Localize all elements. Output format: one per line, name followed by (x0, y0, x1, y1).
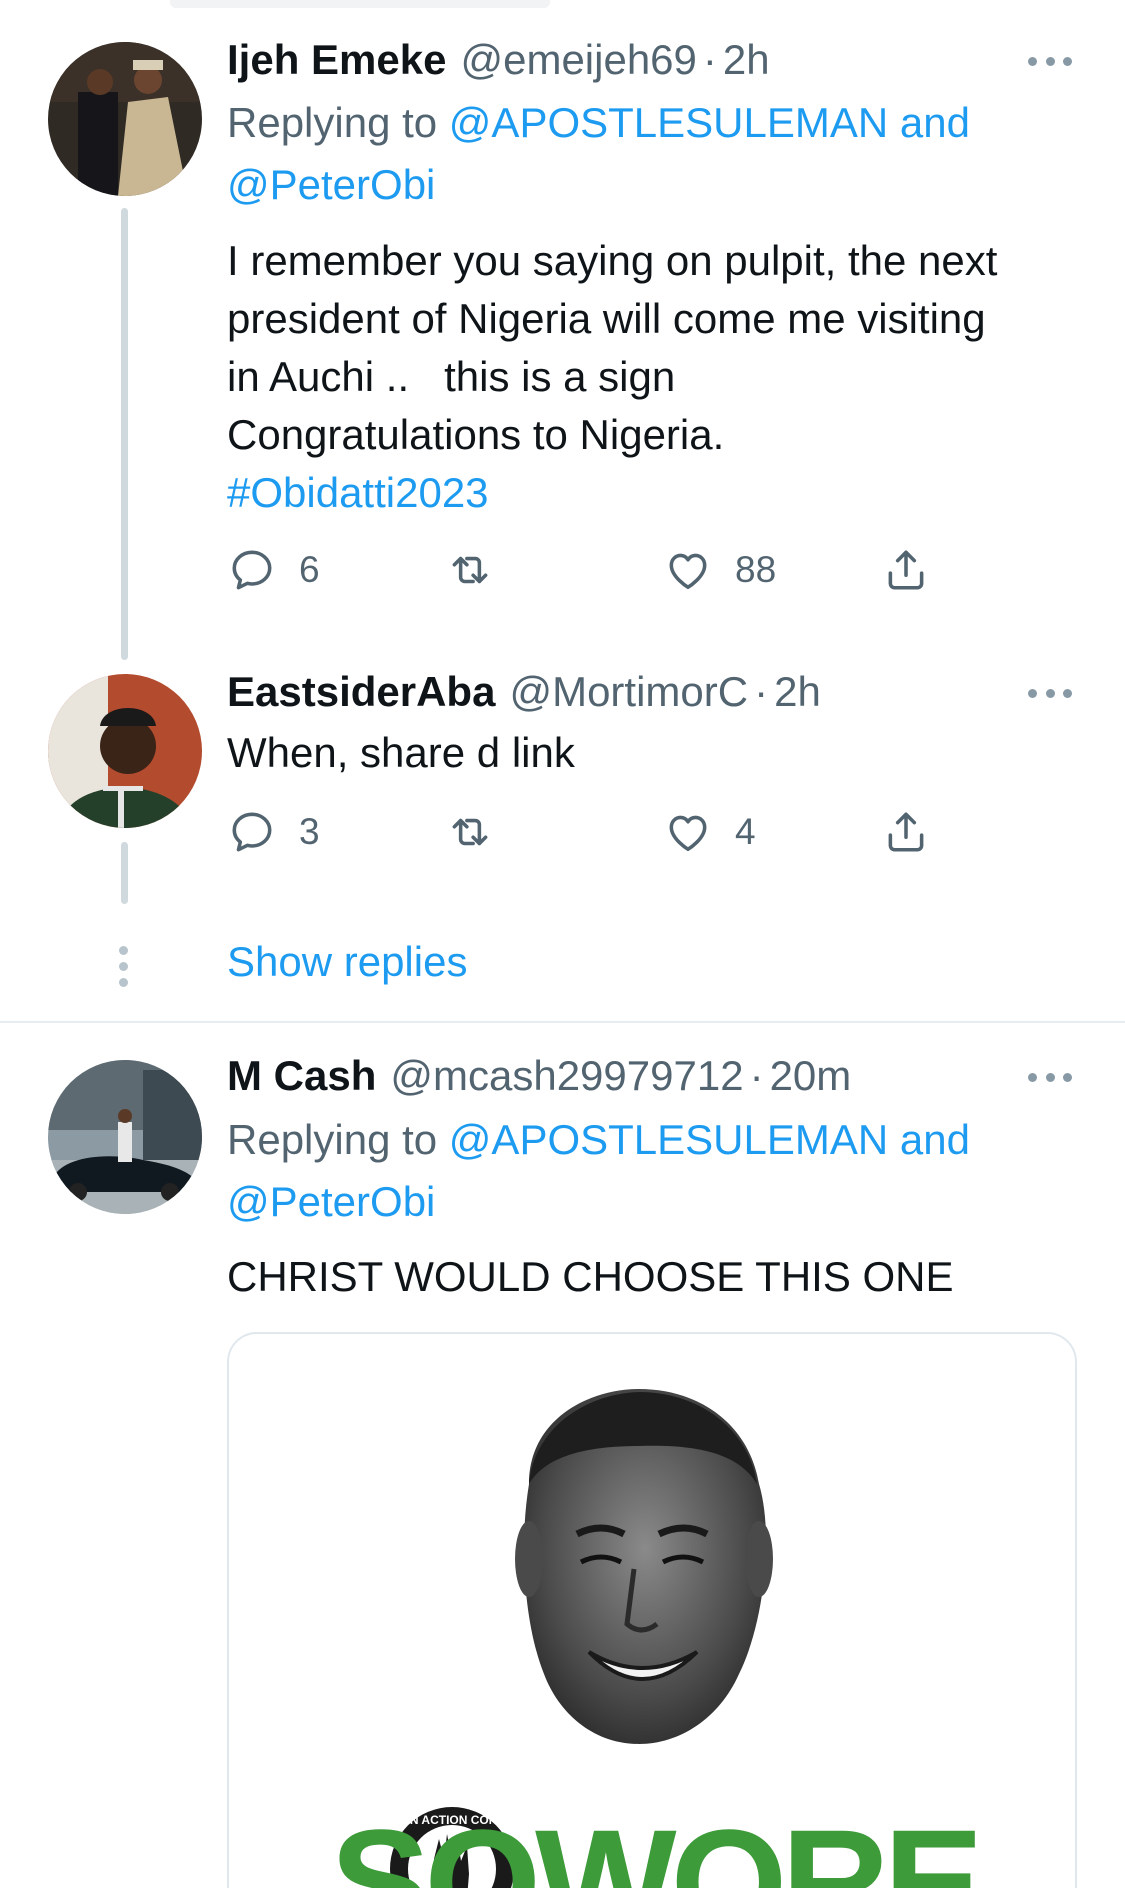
action-bar: 3 4 (227, 804, 947, 860)
retweet-button[interactable] (445, 542, 495, 598)
timestamp[interactable]: 2h (774, 668, 821, 716)
replying-prefix: Replying to (227, 99, 438, 146)
thread-dots (119, 946, 129, 994)
avatar-photo (48, 674, 202, 828)
text-line: Congratulations to Nigeria. (227, 411, 725, 458)
reply-icon (232, 812, 272, 852)
more-icon[interactable] (1028, 685, 1072, 701)
like-count: 88 (735, 549, 777, 590)
reply-icon (232, 550, 272, 590)
tweet-text: When, share d link (227, 729, 575, 776)
retweet-button[interactable] (445, 804, 495, 860)
replying-prefix: Replying to (227, 1116, 438, 1163)
display-name[interactable]: EastsiderAba (227, 668, 495, 716)
mention-link[interactable]: @APOSTLESULEMAN (449, 1116, 888, 1163)
like-count: 4 (735, 811, 756, 852)
separator-dot: · (749, 1052, 764, 1099)
reply-button[interactable]: 3 (227, 804, 320, 860)
reply-button[interactable]: 6 (227, 542, 320, 598)
reply-count: 3 (299, 811, 320, 852)
avatar[interactable] (48, 674, 202, 828)
avatar-photo (48, 42, 202, 196)
replying-to: Replying to @APOSTLESULEMAN and @PeterOb… (227, 92, 1087, 216)
tweet-header: EastsiderAba @MortimorC · 2h (227, 668, 821, 724)
thread-line (121, 842, 128, 904)
timestamp[interactable]: 2h (723, 36, 770, 84)
text-line: I remember you saying on pulpit, the nex… (227, 237, 998, 284)
top-edge (170, 0, 550, 8)
media-poster: AFRICAN ACTION CONGRESS SOWORE (229, 1334, 1075, 1888)
tweet-text: CHRIST WOULD CHOOSE THIS ONE (227, 1253, 954, 1300)
avatar[interactable] (48, 42, 202, 196)
like-icon (669, 815, 707, 852)
avatar-photo (48, 1060, 202, 1214)
hashtag-link[interactable]: #Obidatti2023 (227, 464, 1097, 522)
more-icon[interactable] (1028, 1069, 1072, 1085)
separator-dot: · (754, 668, 769, 715)
user-handle[interactable]: @MortimorC (509, 668, 748, 716)
tweet-header: Ijeh Emeke @emeijeh69 · 2h (227, 36, 770, 92)
and-text: and (899, 1116, 970, 1163)
avatar[interactable] (48, 1060, 202, 1214)
show-replies-link[interactable]: Show replies (227, 938, 467, 986)
share-button[interactable] (881, 804, 931, 860)
thread-line (121, 208, 128, 660)
share-icon (888, 812, 924, 852)
user-handle[interactable]: @mcash29979712 (390, 1052, 743, 1100)
share-button[interactable] (881, 542, 931, 598)
mention-link[interactable]: @APOSTLESULEMAN (449, 99, 888, 146)
reply-count: 6 (299, 549, 320, 590)
and-text: and (899, 99, 970, 146)
timestamp[interactable]: 20m (770, 1052, 852, 1100)
divider (0, 1021, 1125, 1023)
tweet-media[interactable]: AFRICAN ACTION CONGRESS SOWORE (227, 1332, 1077, 1888)
retweet-icon (452, 818, 488, 846)
display-name[interactable]: M Cash (227, 1052, 376, 1100)
like-button[interactable]: 88 (663, 542, 776, 598)
display-name[interactable]: Ijeh Emeke (227, 36, 446, 84)
tweet-text: I remember you saying on pulpit, the nex… (227, 232, 1097, 522)
like-button[interactable]: 4 (663, 804, 756, 860)
text-line: president of Nigeria will come me visiti… (227, 295, 986, 342)
retweet-icon (452, 556, 488, 584)
like-icon (669, 553, 707, 590)
mention-link[interactable]: @PeterObi (227, 161, 435, 208)
tweet-header: M Cash @mcash29979712 · 20m (227, 1052, 851, 1108)
share-icon (888, 550, 924, 590)
more-icon[interactable] (1028, 53, 1072, 69)
separator-dot: · (702, 36, 717, 83)
user-handle[interactable]: @emeijeh69 (460, 36, 696, 84)
mention-link[interactable]: @PeterObi (227, 1178, 435, 1225)
action-bar: 6 88 (227, 542, 947, 598)
replying-to: Replying to @APOSTLESULEMAN and @PeterOb… (227, 1109, 1087, 1233)
text-line: in Auchi .. this is a sign (227, 353, 676, 400)
